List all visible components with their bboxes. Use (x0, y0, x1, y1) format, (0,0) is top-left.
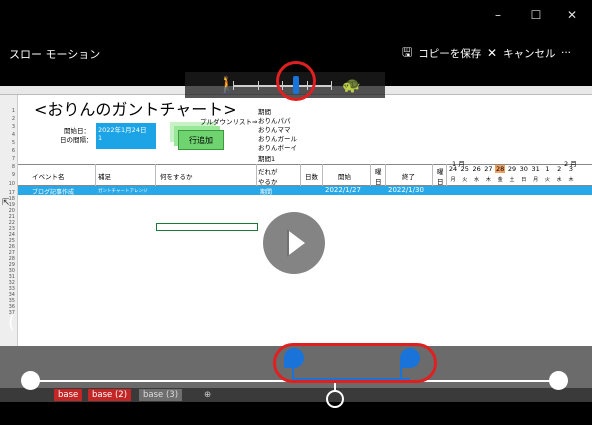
play-icon[interactable] (263, 212, 325, 274)
excel-row-header: 1 2 3 4 5 6 7 8 9 10 17 18 19 20 21 22 23 24 25 26 27 28 29 30 3… (0, 95, 18, 346)
speed-tick (257, 81, 259, 90)
cursor-icon: ⇱ (2, 198, 10, 208)
weekday-cell: 木 (568, 177, 574, 183)
weekday-cell: 火 (462, 177, 468, 183)
sheet-tab: base (54, 389, 83, 401)
weekday-cell: 土 (509, 177, 515, 183)
row-number: 8 (11, 164, 15, 170)
row-number: 9 (11, 172, 15, 178)
annotation-oval (273, 343, 437, 383)
header-what: 何をするか (160, 173, 193, 181)
app-title: スロー モーション (9, 48, 101, 61)
col-divider (95, 164, 96, 186)
row-start: 2022/1/27 (325, 186, 361, 194)
date-cell: 24 (448, 165, 458, 173)
header-who: だれが やるか (258, 168, 278, 186)
col-divider (432, 164, 433, 186)
header-dow: 曜日 (375, 168, 382, 186)
header-days: 日数 (305, 173, 318, 181)
weekday-cell: 水 (474, 177, 480, 183)
date-cell: 31 (531, 165, 540, 173)
col-divider (256, 164, 257, 186)
row-who: 期間 (260, 189, 273, 196)
sheet-tab: base (2) (88, 389, 132, 401)
annotation-circle (276, 61, 316, 101)
close-icon[interactable]: ✕ (562, 8, 582, 26)
weekday-cell: 木 (485, 177, 491, 183)
dropdown-item: 期間1 (258, 155, 276, 163)
col-divider (300, 164, 301, 186)
row-number: 3 (11, 124, 15, 130)
row-number: 5 (11, 140, 15, 146)
weekday-cell: 月 (533, 177, 539, 183)
weekday-cell: 火 (544, 177, 550, 183)
add-row-button[interactable]: 行追加 (178, 130, 224, 150)
date-cell: 3 (568, 165, 574, 173)
date-cell: 26 (472, 165, 481, 173)
date-cell: 1 (545, 165, 550, 173)
col-divider (385, 164, 386, 186)
row-number: 2 (11, 116, 15, 122)
row-number: 6 (11, 148, 15, 154)
minimize-icon[interactable]: – (488, 8, 508, 26)
row-number: 10 (8, 181, 15, 187)
cancel-button[interactable]: ✕ キャンセル (487, 43, 556, 63)
save-copy-label: コピーを保存 (418, 47, 482, 60)
video-preview: 1 2 3 4 5 6 7 8 9 10 17 18 19 20 21 22 23 24 25 26 27 28 29 30 3… (0, 86, 592, 346)
row-detail: ガントチャートアレンジ (98, 189, 148, 194)
col-divider (322, 164, 323, 186)
header-event: イベント名 (32, 173, 65, 181)
dropdown-label: プルダウンリスト⇒ (200, 118, 258, 126)
bottom-bar (0, 402, 592, 425)
weekday-cell: 月 (450, 177, 456, 183)
date-cell: 30 (519, 165, 528, 173)
selected-cell (156, 223, 258, 231)
more-options-button[interactable]: ··· (561, 43, 571, 63)
title-bar: – ☐ ✕ (0, 0, 592, 34)
turtle-icon: 🐢 (342, 76, 361, 94)
row-number: 1 (11, 108, 15, 114)
weekday-cell: 水 (556, 177, 562, 183)
date-cell: 2 (557, 165, 562, 173)
trim-start-handle[interactable] (21, 371, 40, 390)
speed-tick (331, 81, 332, 90)
table-row[interactable]: ブログ記事作成 ガントチャートアレンジ 期間 2022/1/27 2022/1/… (18, 186, 592, 196)
header-detail: 補足 (98, 173, 111, 181)
date-cell: 25 (460, 165, 469, 173)
row-end: 2022/1/30 (388, 186, 424, 194)
maximize-icon[interactable]: ☐ (526, 8, 546, 26)
date-cell: 27 (484, 165, 493, 173)
header-start: 開始 (338, 173, 351, 181)
col-divider (155, 164, 156, 186)
col-divider (446, 164, 447, 186)
save-copy-button[interactable]: 🖫 コピーを保存 (402, 43, 481, 63)
save-icon: 🖫 (402, 44, 413, 59)
interval-label: 日の間隔： (60, 136, 93, 144)
overlay-glyph: ( (8, 312, 16, 333)
add-sheet-icon: ⊕ (204, 390, 212, 400)
date-cell: 29 (507, 165, 517, 173)
speed-tick (233, 81, 234, 90)
col-divider (370, 164, 371, 186)
header-dow2: 曜日 (437, 168, 444, 186)
weekday-cell: 金 (497, 177, 503, 183)
playhead-handle[interactable] (326, 390, 344, 408)
interval-value: 1 (96, 133, 156, 149)
sheet-tab: base (3) (139, 389, 183, 401)
row-event: ブログ記事作成 (32, 189, 75, 196)
dropdown-item: おりんボーイ (258, 144, 297, 152)
close-icon: ✕ (487, 46, 498, 60)
cancel-label: キャンセル (503, 47, 556, 60)
trim-end-handle[interactable] (549, 371, 568, 390)
date-cell: 28 (495, 165, 506, 173)
weekday-cell: 日 (521, 177, 527, 183)
row-number: 4 (11, 132, 15, 138)
row-number: 7 (11, 156, 15, 162)
header-end: 終了 (402, 173, 415, 181)
